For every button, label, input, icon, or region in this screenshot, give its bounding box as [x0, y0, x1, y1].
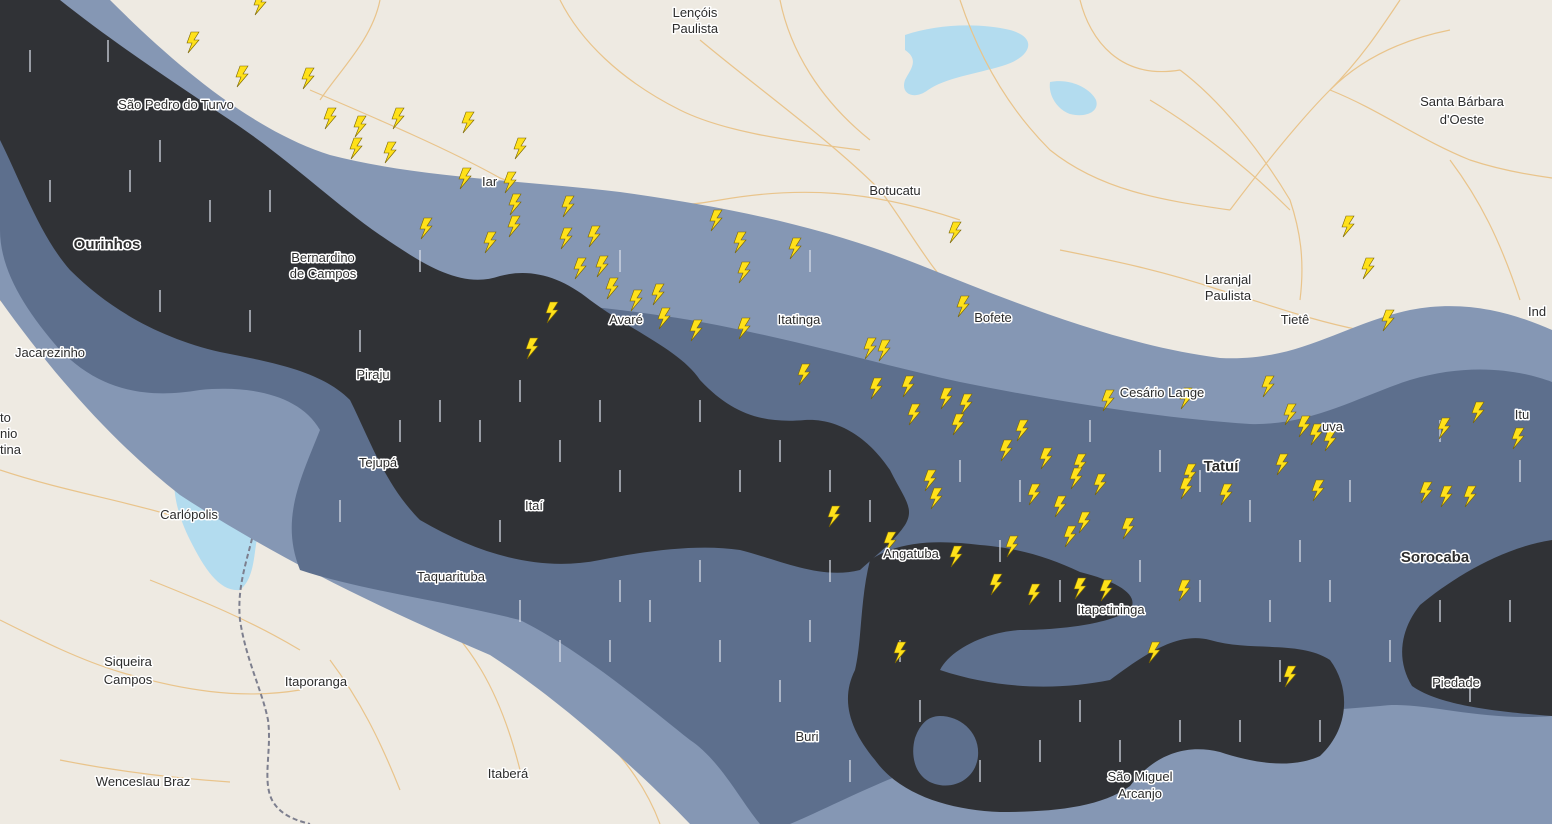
city-label-bernardino: Bernardino de Campos [290, 250, 357, 281]
city-label-itapetininga: Itapetininga [1077, 602, 1145, 617]
city-label-tatui: Tatuí [1204, 458, 1240, 475]
city-label-boituva-partial: uva [1322, 419, 1344, 434]
city-label-itu: Itu [1515, 407, 1529, 422]
city-label-angatuba: Angatuba [883, 546, 939, 561]
city-label-wenceslau: Wenceslau Braz [96, 774, 190, 789]
city-label-sao-pedro-do-turvo: São Pedro do Turvo [118, 97, 234, 112]
map-canvas: Lençóis Paulista Santa Bárbara d'Oeste São… [0, 0, 1552, 824]
weather-radar-map[interactable]: Lençóis Paulista Santa Bárbara d'Oeste São… [0, 0, 1552, 824]
city-label-iar-partial: Iar [482, 174, 498, 189]
city-label-buri: Buri [795, 729, 818, 744]
city-label-tejupa: Tejupá [359, 455, 398, 470]
city-label-tiete: Tietê [1281, 312, 1309, 327]
city-label-sorocaba: Sorocaba [1401, 549, 1470, 566]
city-label-lencois: Lençóis Paulista [672, 5, 719, 36]
city-label-bofete: Bofete [974, 310, 1012, 325]
city-label-piraju: Piraju [356, 367, 389, 382]
city-label-cesario-lange: Cesário Lange [1120, 385, 1205, 400]
city-label-avare: Avaré [609, 312, 643, 327]
city-label-botucatu: Botucatu [869, 183, 920, 198]
city-label-itatinga: Itatinga [778, 312, 821, 327]
city-label-jacarezinho: Jacarezinho [15, 345, 85, 360]
city-label-piedade: Piedade [1432, 675, 1480, 690]
city-label-laranjal: Laranjal Paulista [1205, 272, 1252, 303]
city-label-ourinhos: Ourinhos [74, 236, 141, 253]
city-label-itabera: Itaberá [488, 766, 529, 781]
city-label-itaporanga: Itaporanga [285, 674, 348, 689]
city-label-carlopolis: Carlópolis [160, 507, 218, 522]
city-label-taquarituba: Taquarituba [417, 569, 486, 584]
city-label-ind-partial: Ind [1528, 304, 1546, 319]
city-label-itai: Itaí [525, 498, 543, 513]
